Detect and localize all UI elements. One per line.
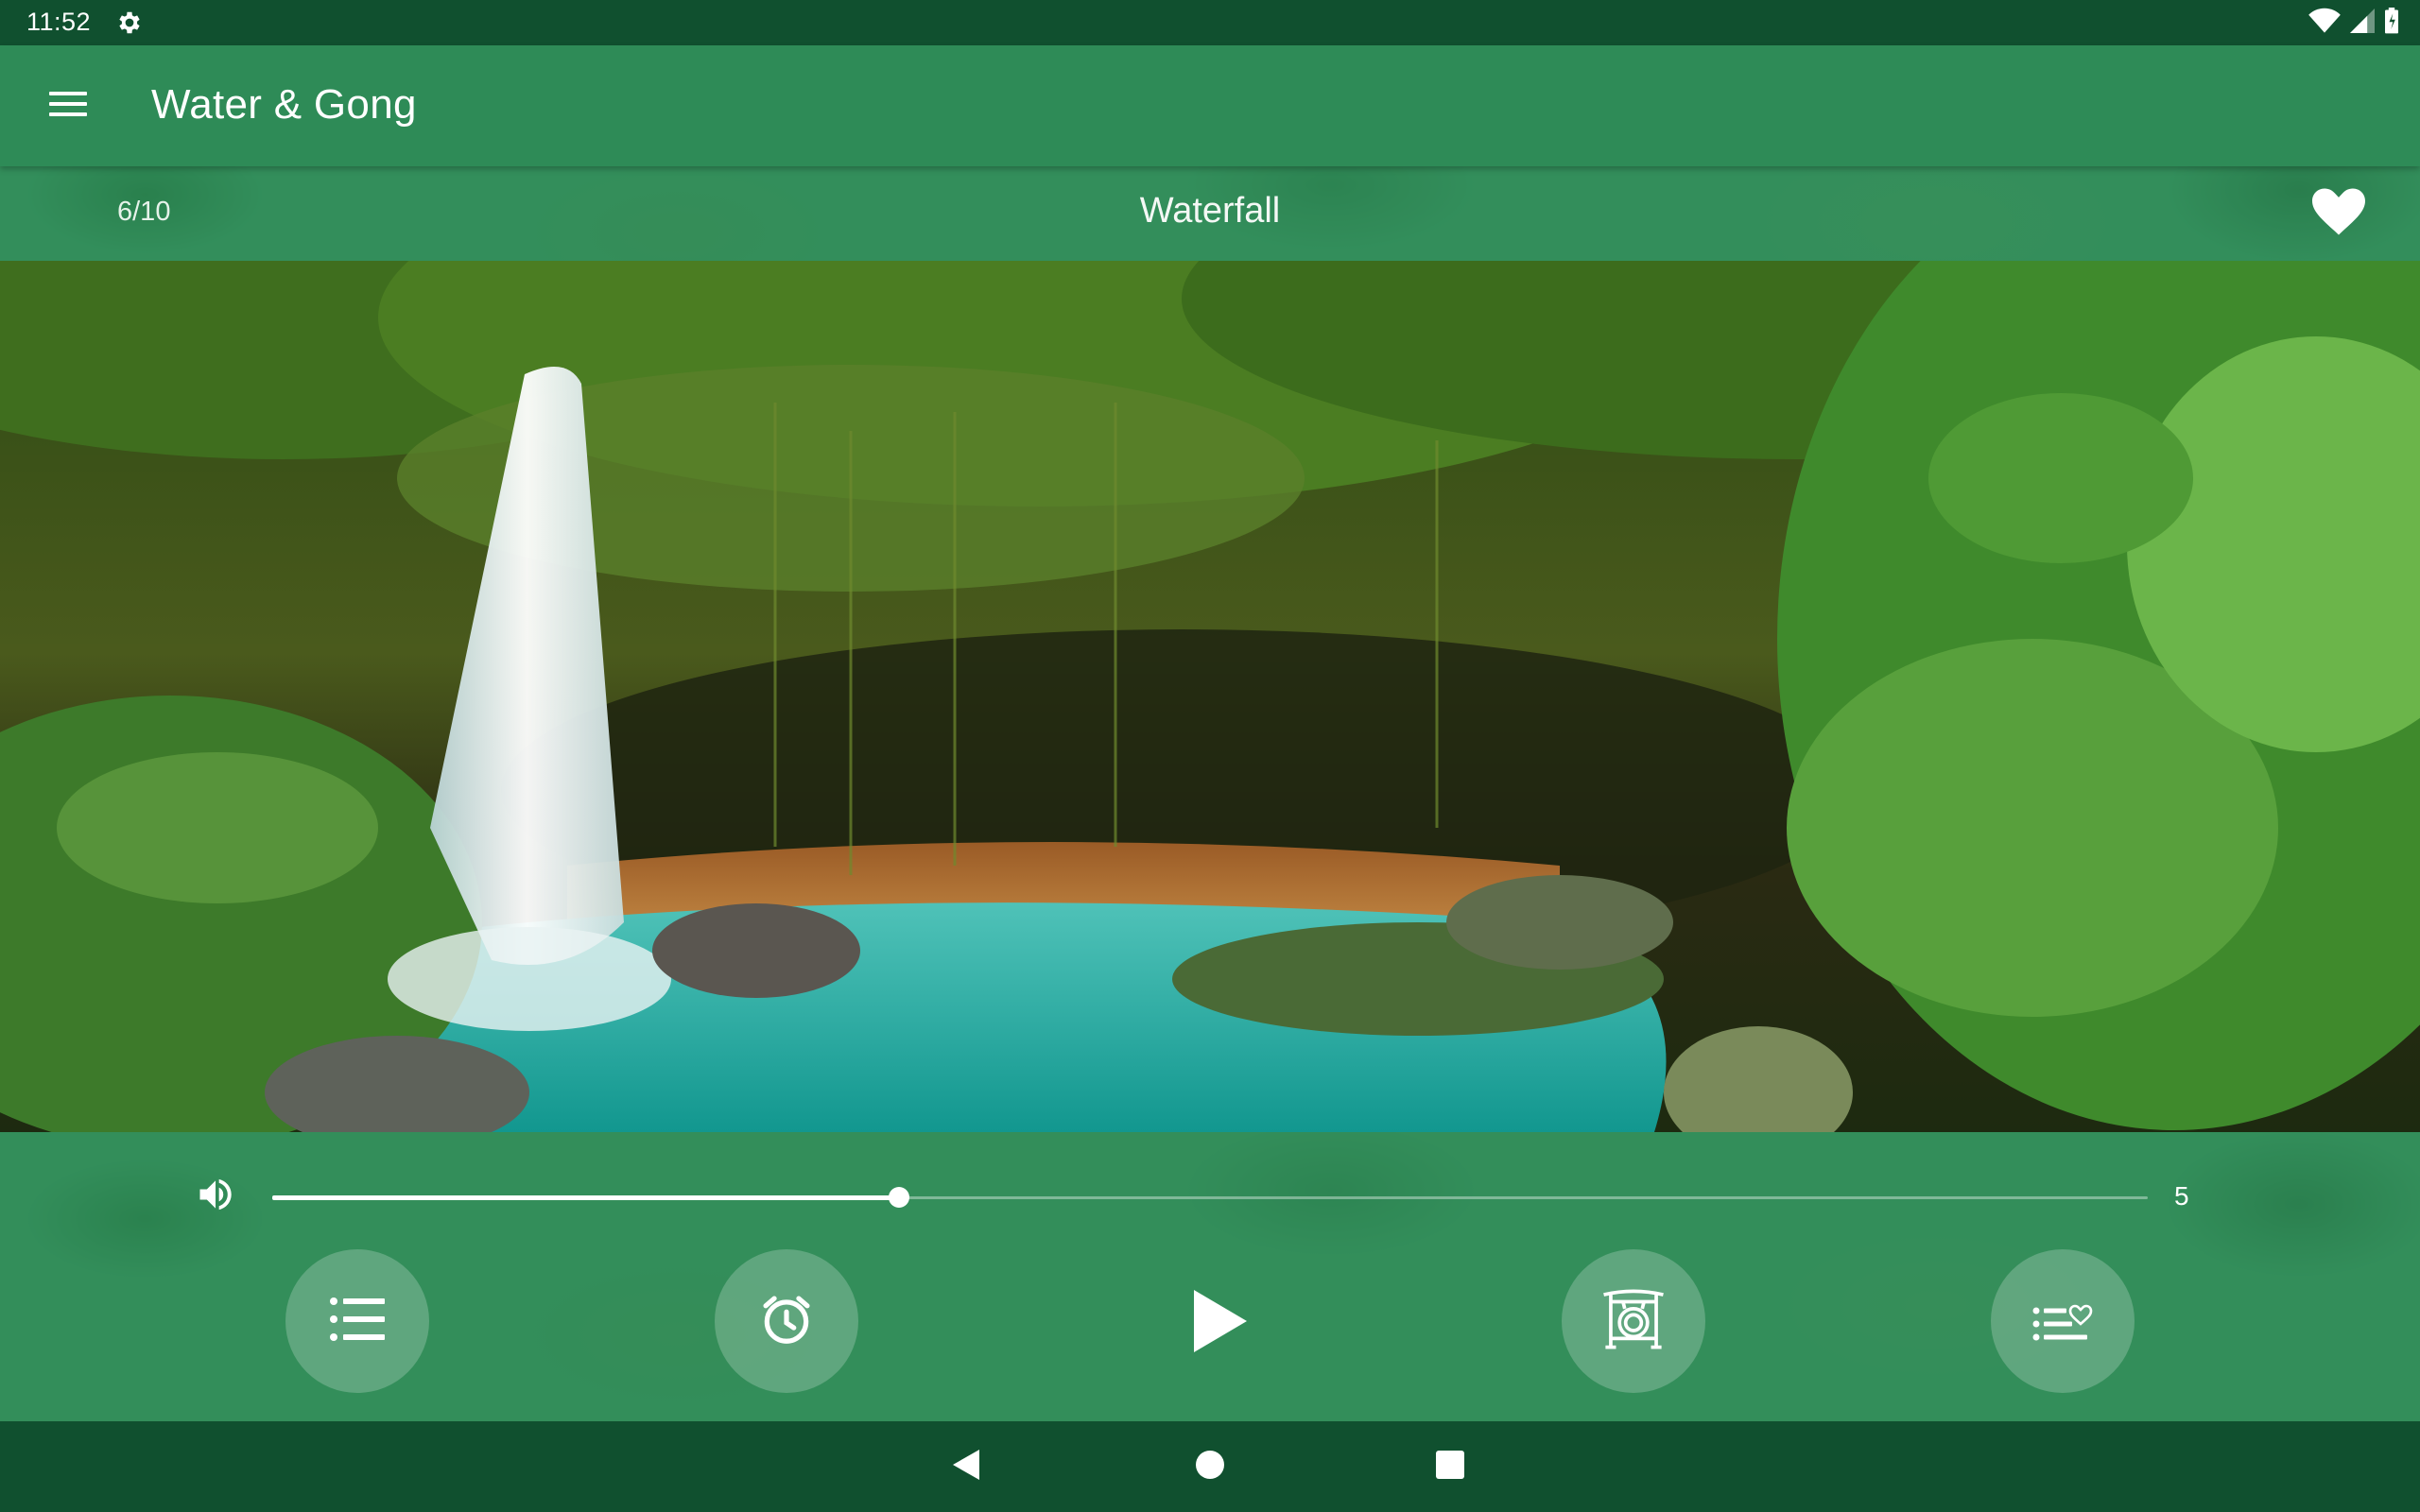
app-bar: Water & Gong [0, 45, 2420, 166]
back-icon [951, 1448, 981, 1486]
alarm-timer-button[interactable] [715, 1249, 858, 1393]
favorites-list-button[interactable] [1991, 1249, 2135, 1393]
track-header: 6/10 Waterfall [0, 166, 2420, 261]
status-time: 11:52 [26, 8, 92, 36]
waterfall-scene-image [0, 261, 2420, 1132]
status-bar: 11:52 [0, 0, 2420, 45]
track-title: Waterfall [1139, 191, 1281, 231]
home-button[interactable] [1182, 1438, 1238, 1495]
alarm-clock-icon [757, 1290, 816, 1353]
volume-slider-fill [272, 1195, 899, 1200]
system-nav-bar [0, 1421, 2420, 1512]
battery-icon [2384, 7, 2399, 39]
play-icon [1190, 1288, 1249, 1359]
back-button[interactable] [938, 1438, 994, 1495]
settings-gear-icon [115, 9, 144, 37]
play-button[interactable] [1172, 1274, 1267, 1372]
app-title: Water & Gong [151, 81, 417, 128]
cell-signal-icon [2350, 8, 2375, 38]
list-icon [330, 1296, 385, 1348]
gong-button[interactable] [1562, 1249, 1705, 1393]
home-icon [1195, 1450, 1225, 1485]
recents-icon [1436, 1450, 1464, 1484]
hamburger-menu-icon [49, 90, 87, 123]
heart-icon [2312, 188, 2365, 240]
volume-slider[interactable] [272, 1187, 2148, 1208]
volume-icon[interactable] [195, 1174, 242, 1221]
wifi-icon [2308, 8, 2341, 39]
recents-button[interactable] [1422, 1438, 1478, 1495]
gong-icon [1599, 1284, 1668, 1359]
playlist-button[interactable] [285, 1249, 429, 1393]
favorites-list-icon [2032, 1294, 2093, 1349]
menu-button[interactable] [34, 72, 102, 140]
player-controls: 5 [0, 1132, 2420, 1421]
volume-slider-thumb[interactable] [889, 1187, 909, 1208]
volume-value: 5 [2174, 1181, 2189, 1211]
favorite-button[interactable] [2308, 183, 2369, 244]
